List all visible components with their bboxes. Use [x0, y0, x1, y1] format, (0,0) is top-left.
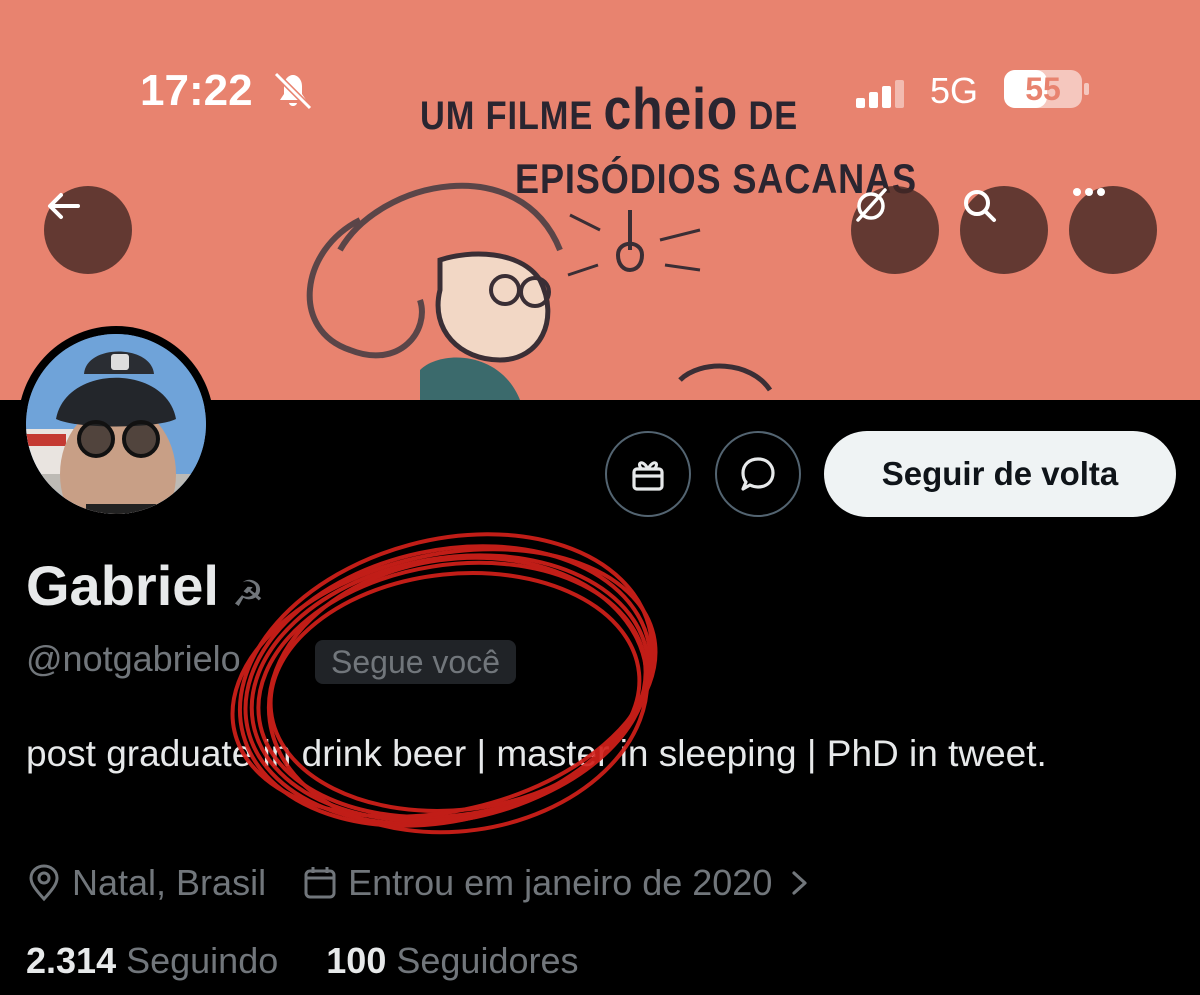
avatar[interactable]: [18, 326, 214, 522]
gift-icon: [632, 461, 664, 491]
location-text: Natal, Brasil: [72, 862, 267, 903]
back-button[interactable]: [44, 186, 132, 274]
location-pin-icon: [29, 864, 59, 902]
message-bubble-icon: [741, 457, 775, 491]
bell-off-icon: [273, 71, 313, 110]
profile-bio: post graduate in drink beer | master in …: [26, 733, 1047, 774]
grok-button[interactable]: [851, 186, 939, 274]
profile-handle: @notgabrielo: [26, 638, 241, 679]
profile-meta: Natal, Brasil Entrou em janeiro de 2020: [26, 858, 858, 908]
following-link[interactable]: 2.314 Seguindo: [26, 940, 278, 981]
gift-button[interactable]: [605, 431, 691, 517]
battery-nub: [1084, 83, 1089, 95]
battery-percentage: 55: [1025, 71, 1061, 107]
banner-caption-line1: UM FILME cheio DE: [420, 77, 799, 142]
profile-name: Gabriel: [26, 554, 219, 617]
chevron-right-icon[interactable]: [788, 868, 812, 898]
followers-link[interactable]: 100 Seguidores: [326, 940, 578, 981]
joined-text: Entrou em janeiro de 2020: [348, 862, 773, 903]
search-icon: [964, 190, 996, 222]
more-options-button[interactable]: [1069, 186, 1157, 274]
cellular-signal-icon: [856, 80, 904, 108]
status-time: 17:22: [140, 66, 253, 115]
follow-back-button[interactable]: Seguir de volta: [824, 431, 1176, 517]
battery-icon: 55: [1004, 70, 1082, 108]
message-button[interactable]: [715, 431, 801, 517]
joined-item: Entrou em janeiro de 2020: [302, 862, 822, 904]
calendar-icon: [304, 867, 336, 899]
followers-count: 100: [326, 940, 387, 981]
following-label: Seguindo: [126, 940, 279, 981]
avatar-photo: [26, 334, 206, 514]
follows-you-badge: Segue você: [315, 640, 517, 684]
following-count: 2.314: [26, 940, 117, 981]
arrow-left-icon: [48, 193, 80, 219]
location-item: Natal, Brasil: [26, 862, 266, 904]
profile-banner[interactable]: UM FILME cheio DE EPISÓDIOS SACANAS 17:2…: [0, 0, 1200, 400]
followers-label: Seguidores: [396, 940, 579, 981]
more-icon: [1073, 188, 1105, 196]
grok-icon: [856, 188, 887, 222]
network-type: 5G: [930, 70, 979, 111]
avatar-image: [26, 334, 206, 514]
name-emoji: ☭: [232, 573, 265, 614]
follow-stats: 2.314 Seguindo 100 Seguidores: [26, 940, 579, 982]
search-button[interactable]: [960, 186, 1048, 274]
